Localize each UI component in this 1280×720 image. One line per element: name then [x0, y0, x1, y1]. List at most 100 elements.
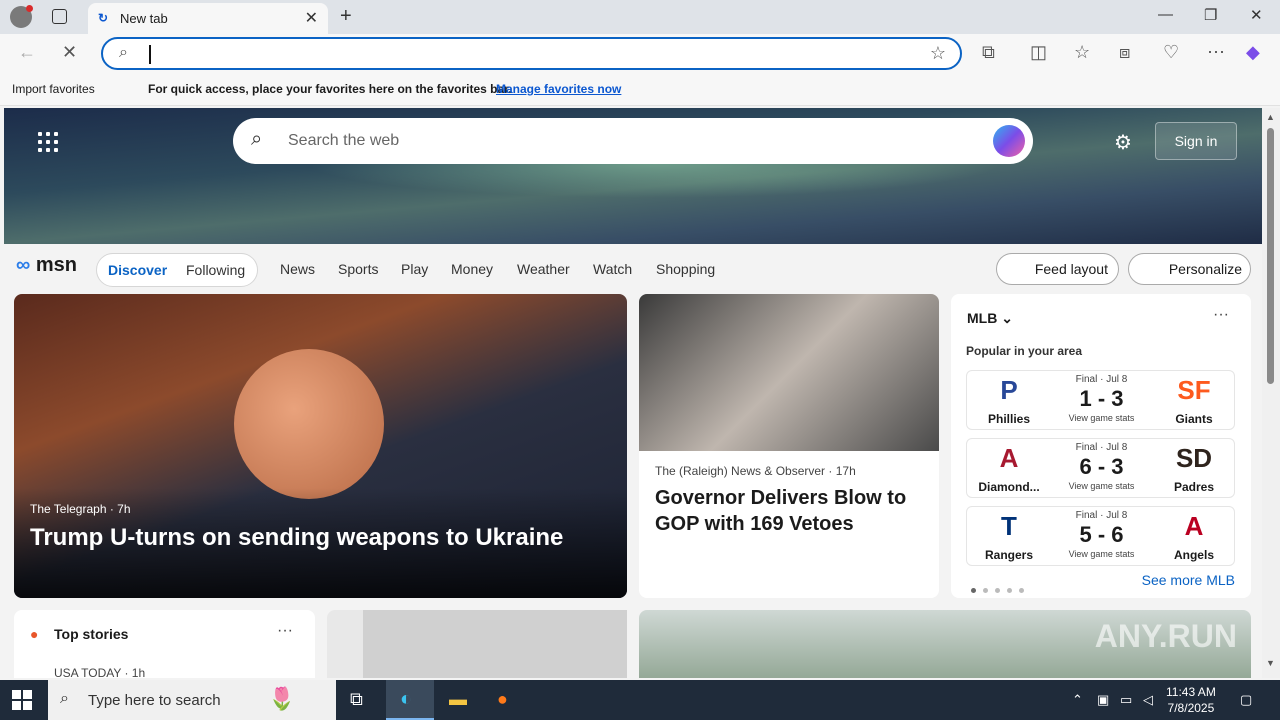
story-card-image[interactable]: ANY.RUN	[639, 610, 1251, 678]
team-logo: SF	[1177, 375, 1211, 405]
file-explorer-icon[interactable]: ▬	[449, 689, 467, 710]
web-search-box[interactable]: ⌕ Search the web	[233, 118, 1033, 164]
split-screen-icon[interactable]: ◫	[1030, 42, 1047, 63]
app-launcher-icon[interactable]	[38, 132, 58, 152]
page-scrollbar[interactable]: ▲ ▼	[1262, 108, 1280, 678]
nav-sports[interactable]: Sports	[338, 261, 378, 277]
task-view-icon[interactable]: ⧉	[350, 689, 363, 710]
game-result: Final · Jul 81 - 3 View game stats	[1051, 374, 1152, 423]
copilot-icon[interactable]	[993, 125, 1025, 157]
chevron-down-icon: ⌄	[1001, 310, 1013, 326]
more-options-icon[interactable]: ···	[277, 622, 293, 640]
game-result: Final · Jul 86 - 3 View game stats	[1051, 442, 1152, 491]
sign-in-button[interactable]: Sign in	[1155, 122, 1237, 160]
scroll-up-icon[interactable]: ▲	[1266, 112, 1275, 122]
team-logo: P	[1000, 375, 1018, 405]
nav-shopping[interactable]: Shopping	[656, 261, 715, 277]
favorites-bar: Import favorites For quick access, place…	[0, 74, 1280, 106]
taskbar-search-text: Type here to search	[88, 692, 221, 709]
taskbar-clock[interactable]: 11:43 AM 7/8/2025	[1166, 684, 1216, 716]
nav-money[interactable]: Money	[451, 261, 493, 277]
settings-gear-icon[interactable]: ⚙	[1114, 130, 1132, 155]
game-score: 5 - 6	[1079, 522, 1124, 547]
story-headline[interactable]: Governor Delivers Blow to GOP with 169 V…	[655, 485, 925, 537]
more-options-icon[interactable]: ···	[1213, 306, 1229, 324]
minimize-button[interactable]: —	[1158, 6, 1173, 23]
personalize-button[interactable]: Personalize	[1128, 253, 1251, 285]
more-menu-icon[interactable]: ⋯	[1207, 42, 1225, 63]
favorites-icon[interactable]: ☆	[1074, 42, 1090, 63]
mlb-game-card[interactable]: A Diamond... Final · Jul 86 - 3 View game s…	[966, 438, 1235, 498]
address-bar[interactable]: ⌕ ☆	[101, 37, 962, 70]
team-name: Phillies	[987, 412, 1031, 426]
main-story-card[interactable]: The Telegraph · 7h Trump U-turns on send…	[14, 294, 627, 598]
volume-icon[interactable]: ◁	[1143, 692, 1153, 708]
tab-following[interactable]: Following	[186, 262, 245, 278]
home-team[interactable]: T Rangers	[967, 507, 1051, 565]
top-stories-title[interactable]: Top stories	[54, 626, 128, 642]
view-game-stats-link[interactable]: View game stats	[1051, 549, 1152, 559]
back-icon[interactable]: ←	[18, 42, 36, 63]
import-favorites-button[interactable]: Import favorites	[12, 82, 95, 96]
tab-title: New tab	[120, 11, 168, 26]
mlb-game-card[interactable]: P Phillies Final · Jul 81 - 3 View game sta…	[966, 370, 1235, 430]
carousel-dots[interactable]	[971, 580, 1031, 598]
profile-icon[interactable]	[10, 5, 33, 28]
home-team[interactable]: A Diamond...	[967, 439, 1051, 497]
scroll-down-icon[interactable]: ▼	[1266, 658, 1275, 668]
view-game-stats-link[interactable]: View game stats	[1051, 481, 1152, 491]
nav-watch[interactable]: Watch	[593, 261, 632, 277]
search-highlight-icon: 🌷	[268, 686, 296, 711]
nav-weather[interactable]: Weather	[517, 261, 570, 277]
tray-chevron-icon[interactable]: ⌃	[1072, 692, 1083, 708]
home-team[interactable]: P Phillies	[967, 371, 1051, 429]
nav-play[interactable]: Play	[401, 261, 428, 277]
away-team[interactable]: SF Giants	[1152, 371, 1234, 429]
tray-app-icon[interactable]: ▣	[1097, 692, 1109, 708]
team-name: Padres	[1173, 480, 1215, 494]
nav-news[interactable]: News	[280, 261, 315, 277]
tab-new-tab[interactable]: ↻ New tab ✕	[88, 3, 328, 34]
story-source: The (Raleigh) News & Observer · 17h	[655, 464, 856, 478]
extensions-icon[interactable]: ⧉	[982, 42, 995, 63]
team-logo: SD	[1175, 443, 1213, 473]
new-tab-button[interactable]: +	[340, 5, 352, 28]
feed-layout-button[interactable]: Feed layout	[996, 253, 1119, 285]
msn-page: ⌕ Search the web ⚙ Sign in ∞ msn Discove…	[4, 108, 1262, 678]
msn-logo[interactable]: ∞ msn	[16, 254, 77, 277]
stop-loading-icon[interactable]: ✕	[62, 42, 77, 63]
firefox-icon[interactable]: ●	[497, 689, 508, 710]
team-name: Diamond...	[978, 480, 1040, 494]
restore-button[interactable]: ❐	[1204, 6, 1217, 24]
mlb-title[interactable]: MLB ⌄	[967, 310, 1013, 327]
story-source: USA TODAY · 1h	[54, 666, 146, 678]
story-card-placeholder[interactable]	[327, 610, 627, 678]
story-headline[interactable]: Trump U-turns on sending weapons to Ukra…	[30, 524, 563, 552]
browser-essentials-icon[interactable]: ♡	[1163, 42, 1179, 63]
close-window-button[interactable]: ✕	[1250, 6, 1263, 24]
network-icon[interactable]: ▭	[1120, 692, 1132, 708]
away-team[interactable]: A Angels	[1152, 507, 1234, 565]
second-story-card[interactable]: The (Raleigh) News & Observer · 17h Gove…	[639, 294, 939, 598]
team-logo: T	[1001, 511, 1017, 541]
start-button[interactable]	[12, 690, 32, 710]
manage-favorites-link[interactable]: Manage favorites now	[496, 82, 621, 96]
mlb-game-card[interactable]: T Rangers Final · Jul 85 - 6 View game stat…	[966, 506, 1235, 566]
edge-taskbar-icon[interactable]: ◐	[386, 680, 434, 720]
away-team[interactable]: SD Padres	[1152, 439, 1234, 497]
text-caret	[149, 45, 151, 64]
view-game-stats-link[interactable]: View game stats	[1051, 413, 1152, 423]
see-more-mlb-link[interactable]: See more MLB	[1142, 572, 1235, 588]
copilot-icon[interactable]: ◆	[1246, 42, 1260, 63]
tab-actions-icon[interactable]	[52, 9, 67, 24]
search-icon: ⌕	[60, 690, 69, 707]
close-tab-icon[interactable]: ✕	[305, 8, 318, 28]
search-icon: ⌕	[119, 44, 128, 61]
scrollbar-thumb[interactable]	[1267, 128, 1274, 384]
taskbar-search[interactable]: ⌕ Type here to search 🌷	[48, 680, 336, 720]
notifications-icon[interactable]: ▢	[1240, 692, 1252, 708]
tab-discover[interactable]: Discover	[108, 262, 167, 278]
favorite-star-icon[interactable]: ☆	[930, 43, 946, 64]
msn-nav: ∞ msn Discover Following News Sports Pla…	[4, 244, 1262, 294]
collections-icon[interactable]: ⧈	[1119, 42, 1130, 63]
